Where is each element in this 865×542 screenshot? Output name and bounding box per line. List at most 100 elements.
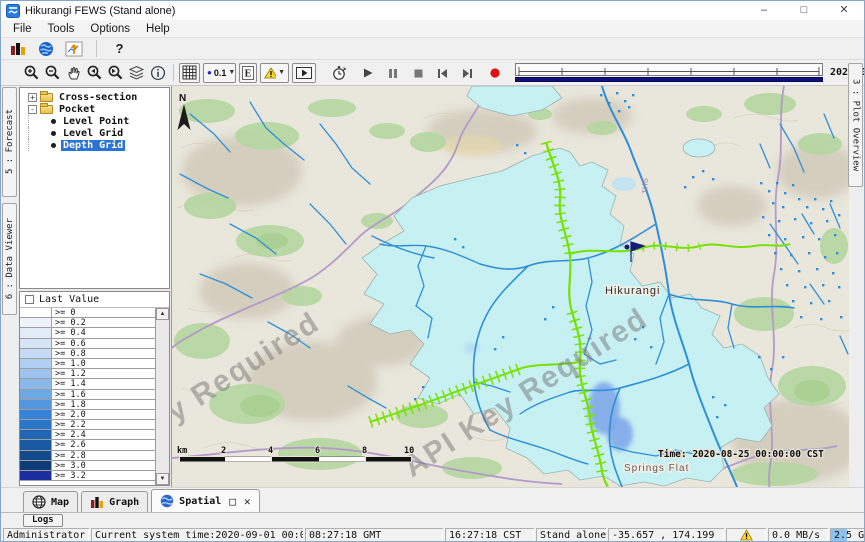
left-tab-strip: 5 : Forecast 6 : Data Viewer: [1, 86, 18, 487]
skip-end-icon: [461, 67, 474, 79]
skip-to-end-button[interactable]: [457, 62, 478, 83]
logs-button[interactable]: Logs: [23, 514, 63, 527]
play-button[interactable]: [357, 62, 378, 83]
thresholds-dropdown[interactable]: ▼: [260, 63, 289, 83]
tree-item-cross-section[interactable]: +Cross-section: [20, 91, 169, 103]
scroll-down-icon[interactable]: ▼: [156, 473, 169, 485]
map-canvas[interactable]: API Key Required API Key Required SH1 Hi…: [172, 86, 849, 487]
stop-button[interactable]: [407, 62, 428, 83]
bar-chart-icon: [90, 496, 104, 509]
status-cell-text: 2.5 GB: [834, 530, 865, 541]
tab-map[interactable]: Map: [23, 491, 78, 512]
window-title: Hikurangi FEWS (Stand alone): [25, 5, 744, 17]
tree-indent: [28, 139, 40, 151]
close-icon[interactable]: ✕: [824, 1, 864, 20]
last-value-label: Last Value: [39, 294, 99, 305]
contour-interval-dropdown[interactable]: ●0.1▼: [203, 63, 236, 83]
legend-color-swatch: [20, 390, 52, 399]
zoom-in-button[interactable]: [21, 62, 42, 83]
play-icon: [362, 67, 374, 79]
legend-color-swatch: [20, 461, 52, 470]
legend-color-swatch: [20, 451, 52, 460]
legend-rows: >= 0>= 0.2>= 0.4>= 0.6>= 0.8>= 1.0>= 1.2…: [20, 308, 156, 485]
maximize-icon[interactable]: □: [784, 1, 824, 20]
last-value-checkbox[interactable]: [25, 295, 34, 304]
zoom-next-button[interactable]: [105, 62, 126, 83]
float-panel-icon[interactable]: □: [229, 495, 236, 508]
layers-icon: [128, 65, 145, 81]
animation-settings-button[interactable]: [328, 62, 349, 83]
legend-row-label: >= 3.0: [52, 461, 86, 470]
status-cell-text: 16:27:18 CST: [449, 530, 521, 541]
status-warning-icon: [726, 528, 766, 542]
tree-item-depth-grid[interactable]: Depth Grid: [20, 139, 169, 151]
legend-row-label: >= 2.4: [52, 430, 86, 439]
stop-icon: [412, 67, 424, 79]
time-period-bar: [515, 77, 823, 82]
tree-indent: [28, 115, 40, 127]
legend-color-swatch: [20, 328, 52, 337]
legend-row-label: >= 2.6: [52, 440, 86, 449]
legend-row-label: >= 1.4: [52, 379, 86, 388]
legend-scrollbar[interactable]: ▲ ▼: [156, 308, 169, 485]
map-view-button[interactable]: [35, 38, 56, 59]
legend-color-swatch: [20, 339, 52, 348]
tab-graph[interactable]: Graph: [81, 491, 148, 512]
tab-plot-overview[interactable]: 3 : Plot Overview: [848, 63, 863, 187]
menu-item-options[interactable]: Options: [82, 23, 138, 35]
tab-spatial[interactable]: Spatial □ ✕: [151, 489, 259, 512]
menu-item-tools[interactable]: Tools: [40, 23, 83, 35]
legend-row: >= 0.8: [20, 349, 155, 359]
svg-text:E: E: [245, 68, 252, 79]
collapse-icon[interactable]: -: [28, 105, 37, 114]
map-view[interactable]: API Key Required API Key Required SH1 Hi…: [171, 86, 849, 487]
app-logo-icon: [6, 4, 20, 18]
folder-icon: [40, 93, 53, 102]
menu-item-file[interactable]: File: [5, 23, 40, 35]
folder-icon: [40, 105, 53, 114]
minimize-icon[interactable]: –: [744, 1, 784, 20]
svg-text:6: 6: [315, 446, 320, 456]
tree-item-pocket[interactable]: -Pocket: [20, 103, 169, 115]
animation-window-button[interactable]: [292, 63, 316, 83]
legend-row: >= 2.6: [20, 440, 155, 450]
skip-to-start-button[interactable]: [432, 62, 453, 83]
pan-button[interactable]: [63, 62, 84, 83]
grid-display-button[interactable]: [179, 63, 200, 83]
layers-button[interactable]: [126, 62, 147, 83]
grid-icon: [182, 65, 197, 80]
legend-row-label: >= 1.6: [52, 390, 86, 399]
help-button[interactable]: ?: [109, 38, 130, 59]
interval-value: 0.1: [214, 68, 227, 78]
tree-item-level-point[interactable]: Level Point: [20, 115, 169, 127]
zoom-previous-button[interactable]: [84, 62, 105, 83]
svg-text:4: 4: [268, 446, 273, 456]
scroll-up-icon[interactable]: ▲: [156, 308, 169, 320]
expand-icon[interactable]: +: [28, 93, 37, 102]
warning-triangle-icon: [264, 67, 276, 79]
pause-button[interactable]: [382, 62, 403, 83]
record-button[interactable]: [484, 62, 505, 83]
zoom-out-button[interactable]: [42, 62, 63, 83]
time-slider[interactable]: [515, 63, 823, 82]
info-button[interactable]: [147, 62, 168, 83]
legend-row: >= 0.2: [20, 318, 155, 328]
status-bar: AdministratorCurrent system time:2020-09…: [1, 527, 865, 542]
tree: +Cross-section-PocketLevel PointLevel Gr…: [19, 87, 170, 289]
tab-forecast[interactable]: 5 : Forecast: [2, 87, 17, 197]
hand-icon: [66, 65, 82, 81]
timeseries-dialog-button[interactable]: [63, 38, 84, 59]
tree-item-label: Level Point: [61, 116, 131, 127]
bullet-icon: [51, 131, 56, 136]
menu-item-help[interactable]: Help: [138, 23, 178, 35]
legend-row: >= 1.0: [20, 359, 155, 369]
status-cell-text: 0.0 MB/s: [772, 530, 820, 541]
database-explorer-button[interactable]: [7, 38, 28, 59]
legend-color-swatch: [20, 400, 52, 409]
time-slider-track[interactable]: [515, 63, 823, 76]
close-panel-icon[interactable]: ✕: [244, 495, 251, 508]
legend-row: >= 1.4: [20, 379, 155, 389]
labels-toggle-button[interactable]: E: [239, 63, 257, 83]
tree-item-level-grid[interactable]: Level Grid: [20, 127, 169, 139]
tab-data-viewer[interactable]: 6 : Data Viewer: [2, 203, 17, 315]
